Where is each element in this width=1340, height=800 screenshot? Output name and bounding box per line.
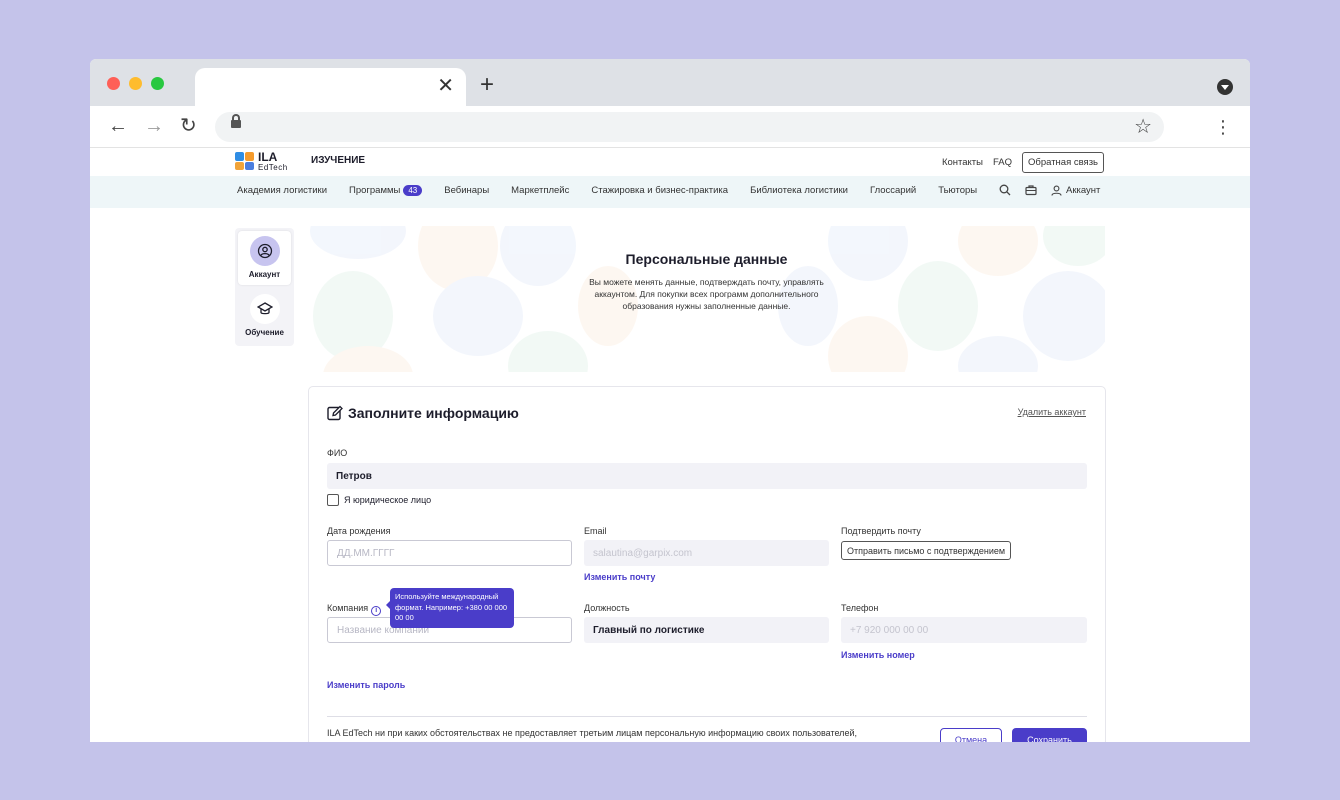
privacy-notice: ILA EdTech ни при каких обстоятельствах … <box>327 728 857 738</box>
phone-format-tooltip: Используйте международный формат. Наприм… <box>386 588 514 628</box>
close-tab-icon[interactable]: ✕ <box>437 76 454 96</box>
address-bar[interactable]: ☆ <box>215 112 1164 142</box>
search-icon[interactable] <box>999 184 1011 196</box>
change-password-link[interactable]: Изменить пароль <box>327 680 405 690</box>
birth-date-input[interactable]: ДД.ММ.ГГГГ <box>327 540 572 566</box>
main-nav: Академия логистики Программы 43 Вебинары … <box>90 176 1250 208</box>
faq-link[interactable]: FAQ <box>993 157 1012 168</box>
top-links: Контакты FAQ Обратная связь <box>942 152 1104 173</box>
legal-entity-checkbox[interactable] <box>327 494 339 506</box>
position-input[interactable]: Главный по логистике <box>584 617 829 643</box>
fio-input[interactable]: Петров <box>327 463 1087 489</box>
birth-date-label: Дата рождения <box>327 526 391 536</box>
sidebar: Аккаунт Обучение <box>235 228 294 346</box>
position-label: Должность <box>584 603 630 613</box>
nav-item-programs[interactable]: Программы 43 <box>349 185 423 196</box>
feedback-button[interactable]: Обратная связь <box>1022 152 1104 173</box>
ila-logo-icon[interactable] <box>235 152 255 170</box>
divider <box>327 716 1087 717</box>
page-title: Персональные данные <box>625 251 788 267</box>
nav-actions: Аккаунт <box>999 184 1100 196</box>
close-window-button[interactable] <box>107 77 120 90</box>
bookmark-star-icon[interactable]: ☆ <box>1134 114 1152 140</box>
site-page: ILA EdTech ИЗУЧЕНИЕ Контакты FAQ Обратна… <box>90 148 1250 742</box>
minimize-window-button[interactable] <box>129 77 142 90</box>
legal-entity-label: Я юридическое лицо <box>344 495 432 505</box>
form-title: Заполните информацию <box>348 405 519 421</box>
phone-input: +7 920 000 00 00 <box>841 617 1087 643</box>
profile-dropdown-icon[interactable] <box>1217 79 1233 95</box>
company-label-row: Компания i <box>327 603 382 616</box>
edit-icon <box>327 405 343 421</box>
site-topbar: ILA EdTech ИЗУЧЕНИЕ Контакты FAQ Обратна… <box>90 148 1250 176</box>
user-icon <box>1051 185 1062 196</box>
browser-window: ✕ + ← → ↻ ☆ ⋮ ILA EdTech ИЗУЧЕНИЕ Контак… <box>90 59 1250 742</box>
nav-item-marketplace[interactable]: Маркетплейс <box>511 185 569 196</box>
programs-count-badge: 43 <box>403 185 423 196</box>
sidebar-item-learning[interactable]: Обучение <box>238 289 291 343</box>
phone-label: Телефон <box>841 603 879 613</box>
maximize-window-button[interactable] <box>151 77 164 90</box>
briefcase-icon[interactable] <box>1025 184 1037 196</box>
browser-menu-icon[interactable]: ⋮ <box>1214 116 1232 138</box>
nav-items: Академия логистики Программы 43 Вебинары … <box>237 185 977 196</box>
tab-bar: ✕ + <box>90 59 1250 106</box>
section-title[interactable]: ИЗУЧЕНИЕ <box>311 155 365 166</box>
user-circle-icon <box>249 236 280 266</box>
legal-entity-row: Я юридическое лицо <box>327 494 431 506</box>
sidebar-item-label: Обучение <box>245 328 284 337</box>
nav-item-glossary[interactable]: Глоссарий <box>870 185 916 196</box>
account-label: Аккаунт <box>1066 184 1101 196</box>
hero-banner: Персональные данные Вы можете менять дан… <box>308 226 1105 372</box>
form-header: Заполните информацию <box>327 405 519 421</box>
nav-item-library[interactable]: Библиотека логистики <box>750 185 848 196</box>
contacts-link[interactable]: Контакты <box>942 157 983 168</box>
graduation-cap-icon <box>249 294 280 324</box>
browser-tab[interactable]: ✕ <box>195 68 466 106</box>
nav-item-label: Программы <box>349 185 401 196</box>
change-phone-link[interactable]: Изменить номер <box>841 650 915 660</box>
nav-item-internship[interactable]: Стажировка и бизнес-практика <box>591 185 728 196</box>
new-tab-icon[interactable]: + <box>480 73 494 97</box>
email-label: Email <box>584 526 607 536</box>
fio-label: ФИО <box>327 448 348 458</box>
logo-title[interactable]: ILA <box>258 151 277 163</box>
change-email-link[interactable]: Изменить почту <box>584 572 655 582</box>
nav-item-academy[interactable]: Академия логистики <box>237 185 327 196</box>
hero-description: Вы можете менять данные, подтверждать по… <box>589 277 824 311</box>
lock-icon <box>231 114 241 128</box>
send-confirmation-button[interactable]: Отправить письмо с подтверждением <box>841 541 1012 560</box>
browser-toolbar: ← → ↻ ☆ ⋮ <box>90 106 1250 148</box>
delete-account-link[interactable]: Удалить аккаунт <box>1018 407 1086 417</box>
cancel-button[interactable]: Отмена <box>940 728 1002 742</box>
info-icon[interactable]: i <box>371 606 382 616</box>
profile-form-card: Заполните информацию Удалить аккаунт ФИО… <box>308 386 1106 742</box>
confirm-email-label: Подтвердить почту <box>841 526 921 536</box>
back-icon[interactable]: ← <box>108 114 128 138</box>
nav-item-webinars[interactable]: Вебинары <box>444 185 489 196</box>
account-link[interactable]: Аккаунт <box>1051 185 1100 196</box>
reload-icon[interactable]: ↻ <box>180 114 197 138</box>
save-button[interactable]: Сохранить <box>1012 728 1087 742</box>
nav-item-tutors[interactable]: Тьюторы <box>938 185 977 196</box>
email-input: salautina@garpix.com <box>584 540 829 566</box>
sidebar-item-label: Аккаунт <box>248 270 281 279</box>
logo-subtitle[interactable]: EdTech <box>258 163 288 172</box>
company-label: Компания <box>327 603 369 613</box>
sidebar-item-account[interactable]: Аккаунт <box>238 231 291 285</box>
forward-icon[interactable]: → <box>144 114 164 138</box>
